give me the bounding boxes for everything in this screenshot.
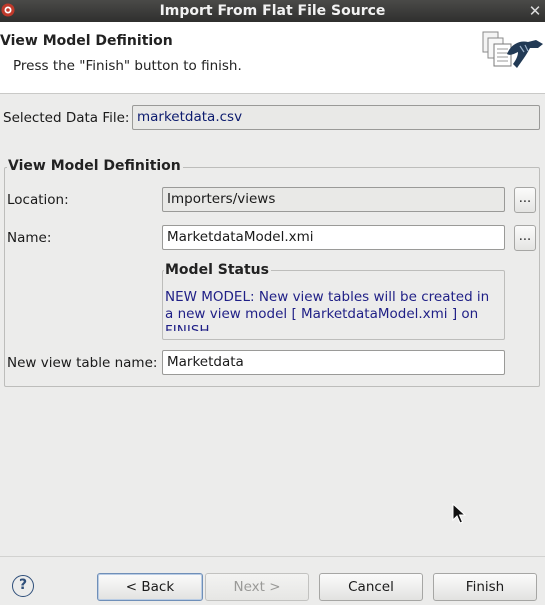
name-label: Name: (7, 230, 52, 246)
window-titlebar: Import From Flat File Source ✕ (0, 0, 545, 22)
window-title: Import From Flat File Source (159, 3, 386, 19)
finish-button[interactable]: Finish (433, 573, 537, 601)
wizard-header: View Model Definition Press the "Finish"… (0, 22, 545, 94)
mouse-pointer-icon (452, 503, 466, 524)
name-field[interactable]: MarketdataModel.xmi (162, 225, 505, 250)
location-label: Location: (7, 192, 69, 208)
page-title: View Model Definition (0, 33, 173, 49)
close-icon[interactable]: ✕ (528, 0, 542, 22)
help-icon[interactable]: ? (12, 575, 34, 597)
table-name-field[interactable]: Marketdata (162, 350, 505, 375)
back-button[interactable]: < Back (97, 573, 203, 601)
teiid-app-icon (1, 3, 15, 17)
page-message: Press the "Finish" button to finish. (13, 58, 242, 74)
next-button[interactable]: Next > (205, 573, 309, 601)
model-status-title: Model Status (164, 262, 271, 278)
name-browse-button[interactable]: ... (514, 225, 536, 251)
button-bar-separator (0, 556, 545, 557)
selected-file-label: Selected Data File: (3, 110, 130, 126)
table-name-label: New view table name: (7, 355, 158, 371)
selected-file-field[interactable]: marketdata.csv (132, 105, 540, 130)
view-model-group-title: View Model Definition (7, 158, 183, 174)
location-browse-button[interactable]: ... (514, 187, 536, 213)
document-stack-wizard-icon (482, 31, 543, 68)
cancel-button[interactable]: Cancel (319, 573, 423, 601)
model-status-text: NEW MODEL: New view tables will be creat… (165, 289, 490, 331)
location-field[interactable]: Importers/views (162, 187, 505, 212)
